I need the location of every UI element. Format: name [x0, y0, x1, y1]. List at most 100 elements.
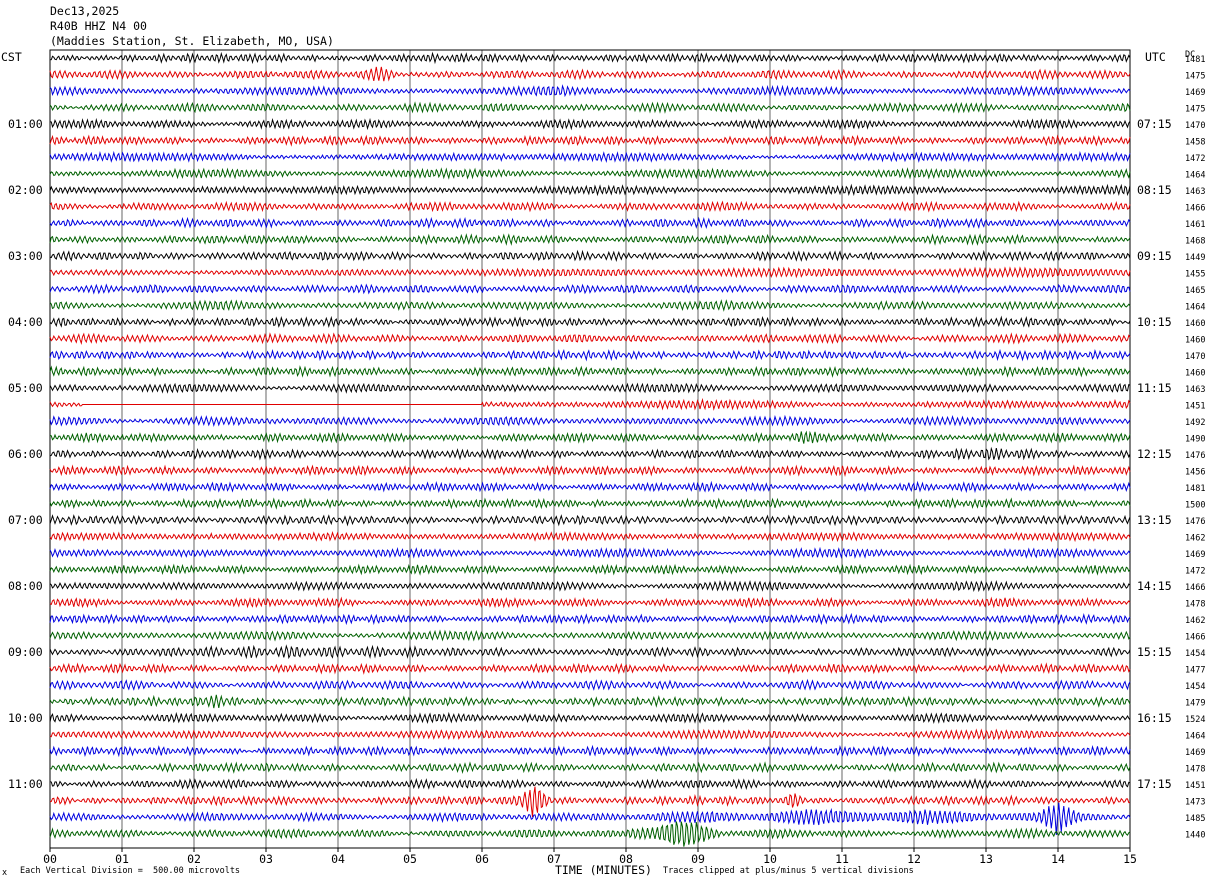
- x-tick-label: 00: [43, 852, 57, 866]
- dc-offset-label: 1451: [1185, 402, 1205, 412]
- trace-row: [49, 134, 1131, 147]
- cst-time-label: 08:00: [8, 579, 43, 593]
- dc-offset-label: 1449: [1185, 253, 1205, 263]
- dc-offset-label: 1454: [1185, 682, 1205, 692]
- trace-row: [49, 216, 1131, 230]
- trace-row: [49, 821, 1131, 847]
- trace-row: [49, 446, 1131, 461]
- dc-offset-label: 1478: [1185, 765, 1205, 775]
- dc-offset-label: 1469: [1185, 748, 1205, 758]
- trace-row: [49, 167, 1131, 180]
- utc-time-label: 10:15: [1137, 315, 1172, 329]
- dc-offset-label: 1466: [1185, 583, 1205, 593]
- trace-row: [49, 365, 1131, 378]
- utc-time-label: 11:15: [1137, 381, 1172, 395]
- trace-row: [49, 761, 1131, 775]
- dc-offset-label: 1463: [1185, 385, 1205, 395]
- dc-offset-label: 1500: [1185, 501, 1205, 511]
- utc-time-label: 12:15: [1137, 447, 1172, 461]
- trace-row: [49, 480, 1131, 494]
- trace-row: [49, 711, 1131, 725]
- x-tick-label: 01: [115, 852, 129, 866]
- utc-time-label: 17:15: [1137, 777, 1172, 791]
- trace-row: [49, 84, 1131, 98]
- dc-offset-label: 1475: [1185, 72, 1205, 82]
- trace-row: [49, 117, 1131, 131]
- trace-row: [49, 233, 1131, 246]
- trace-row: [49, 728, 1131, 741]
- trace-row: [49, 579, 1131, 593]
- cst-time-label: 06:00: [8, 447, 43, 461]
- trace-row: [49, 101, 1131, 114]
- dc-offset-label: 1469: [1185, 88, 1205, 98]
- trace-row: [49, 786, 1131, 818]
- x-tick-label: 13: [979, 852, 993, 866]
- cst-time-label: 04:00: [8, 315, 43, 329]
- dc-offset-label: 1464: [1185, 732, 1205, 742]
- trace-row: [49, 514, 1131, 527]
- dc-offset-label: 1460: [1185, 336, 1205, 346]
- trace-row: [49, 382, 1131, 394]
- trace-row: [49, 283, 1131, 295]
- dc-offset-label: 1455: [1185, 270, 1205, 280]
- trace-row: [49, 51, 1131, 65]
- cst-time-label: 01:00: [8, 117, 43, 131]
- trace-row: [49, 348, 1131, 362]
- trace-row: [49, 200, 1131, 213]
- trace-row: [49, 777, 1131, 791]
- trace-row: [49, 802, 1131, 836]
- dc-offset-label: 1458: [1185, 138, 1205, 148]
- trace-row: [49, 497, 1131, 510]
- plot-frame: [49, 49, 1131, 849]
- dc-offset-label: 1460: [1185, 369, 1205, 379]
- cst-time-label: 02:00: [8, 183, 43, 197]
- dc-offset-label: 1479: [1185, 699, 1205, 709]
- dc-offset-label: 1465: [1185, 286, 1205, 296]
- dc-offset-label: 1464: [1185, 171, 1205, 181]
- dc-offset-label: 1456: [1185, 468, 1205, 478]
- dc-offset-label: 1463: [1185, 187, 1205, 197]
- cst-time-label: 03:00: [8, 249, 43, 263]
- cst-time-label: 10:00: [8, 711, 43, 725]
- helicorder-plot: 1481 1475 1469 1475 1470 1458 1472 1464 1463 1466…: [8, 49, 1205, 866]
- dc-offset-label: 1481: [1185, 55, 1205, 65]
- dc-offset-label: 1472: [1185, 567, 1205, 577]
- dc-offset-label: 1485: [1185, 814, 1205, 824]
- trace-row: [49, 662, 1131, 675]
- x-tick-label: 11: [835, 852, 849, 866]
- trace-row: [49, 744, 1131, 758]
- dc-offset-label: 1460: [1185, 319, 1205, 329]
- x-tick-label: 05: [403, 852, 417, 866]
- dc-offset-label: 1440: [1185, 831, 1205, 841]
- dc-offset-label: 1524: [1185, 715, 1205, 725]
- utc-time-label: 16:15: [1137, 711, 1172, 725]
- trace-row: [49, 644, 1131, 660]
- trace-row: [49, 430, 1131, 444]
- dc-offset-label: 1468: [1185, 237, 1205, 247]
- trace-row: [49, 150, 1131, 163]
- utc-time-label: 07:15: [1137, 117, 1172, 131]
- trace-row: [49, 332, 1131, 345]
- dc-offset-label: 1464: [1185, 303, 1205, 313]
- dc-offset-label: 1451: [1185, 781, 1205, 791]
- footer-clip-note: Traces clipped at plus/minus 5 vertical …: [663, 866, 914, 876]
- dc-offset-label: 1476: [1185, 517, 1205, 527]
- trace-row: [49, 694, 1131, 709]
- dc-offset-label: 1478: [1185, 600, 1205, 610]
- trace-row: [49, 266, 1131, 279]
- dc-offset-label: 1466: [1185, 633, 1205, 643]
- dc-offset-label: 1477: [1185, 666, 1205, 676]
- utc-time-label: 15:15: [1137, 645, 1172, 659]
- trace-row: [49, 299, 1131, 312]
- x-tick-label: 03: [259, 852, 273, 866]
- utc-time-label: 13:15: [1137, 513, 1172, 527]
- x-tick-label: 02: [187, 852, 201, 866]
- trace-row: [49, 629, 1131, 642]
- cst-time-label: 11:00: [8, 777, 43, 791]
- dc-offset-label: 1475: [1185, 105, 1205, 115]
- dc-offset-label: 1461: [1185, 220, 1205, 230]
- x-tick-label: 12: [907, 852, 921, 866]
- dc-offset-label: 1492: [1185, 418, 1205, 428]
- x-tick-label: 06: [475, 852, 489, 866]
- cst-time-label: 09:00: [8, 645, 43, 659]
